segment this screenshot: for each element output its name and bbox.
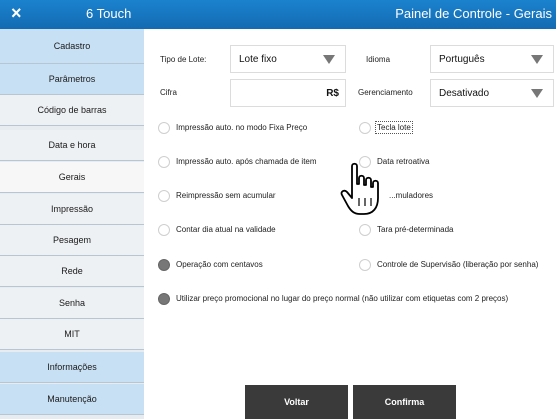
gerenciamento-label: Gerenciamento — [358, 88, 413, 97]
sidebar-item-data-e-hora[interactable]: Data e hora — [0, 130, 144, 161]
tipo-lote-label: Tipo de Lote: — [160, 55, 207, 64]
radio-icon — [359, 224, 371, 236]
cifra-input[interactable]: R$ — [230, 79, 346, 107]
radio-icon — [158, 224, 170, 236]
idioma-label: Idioma — [366, 55, 391, 64]
device-title: 6 Touch — [86, 6, 132, 21]
sidebar-item-manutencao[interactable]: Manutenção — [0, 384, 144, 415]
tipo-lote-select[interactable]: Lote fixo — [230, 45, 346, 73]
radio-icon — [158, 259, 170, 271]
radio-icon — [359, 259, 371, 271]
confirm-button[interactable]: Confirma — [353, 385, 456, 419]
idioma-select[interactable]: Português — [430, 45, 554, 73]
sidebar-item-parametros[interactable]: Parâmetros — [0, 64, 144, 95]
settings-panel: Tipo de Lote: Lote fixo Idioma Português… — [144, 29, 556, 419]
radio-icon — [359, 122, 371, 134]
chevron-down-icon — [323, 55, 335, 64]
sidebar-item-senha[interactable]: Senha — [0, 288, 144, 319]
sidebar-item-cadastro[interactable]: Cadastro — [0, 29, 144, 64]
gerenciamento-value: Desativado — [439, 88, 490, 99]
close-icon[interactable]: × — [11, 3, 22, 24]
back-button[interactable]: Voltar — [245, 385, 348, 419]
sidebar-item-mit[interactable]: MIT — [0, 319, 144, 350]
sidebar-item-impressao[interactable]: Impressão — [0, 194, 144, 225]
hand-pointer-icon — [340, 162, 379, 215]
idioma-value: Português — [439, 54, 485, 65]
radio-icon — [158, 190, 170, 202]
sidebar-item-informacoes[interactable]: Informações — [0, 352, 144, 383]
sidebar-item-gerais[interactable]: Gerais — [0, 162, 144, 193]
title-bar: × 6 Touch Painel de Controle - Gerais — [0, 0, 556, 29]
radio-icon — [158, 293, 170, 305]
sidebar: Cadastro Parâmetros Código de barras Dat… — [0, 29, 144, 419]
sidebar-item-pesagem[interactable]: Pesagem — [0, 225, 144, 256]
chevron-down-icon — [531, 55, 543, 64]
sidebar-item-rede[interactable]: Rede — [0, 256, 144, 287]
tipo-lote-value: Lote fixo — [239, 54, 277, 65]
gerenciamento-select[interactable]: Desativado — [430, 79, 554, 107]
cifra-value: R$ — [326, 88, 339, 99]
sidebar-item-codigo-de-barras[interactable]: Código de barras — [0, 95, 144, 126]
page-title: Painel de Controle - Gerais — [395, 6, 552, 21]
radio-icon — [158, 156, 170, 168]
radio-icon — [158, 122, 170, 134]
chevron-down-icon — [531, 89, 543, 98]
cifra-label: Cifra — [160, 88, 177, 97]
